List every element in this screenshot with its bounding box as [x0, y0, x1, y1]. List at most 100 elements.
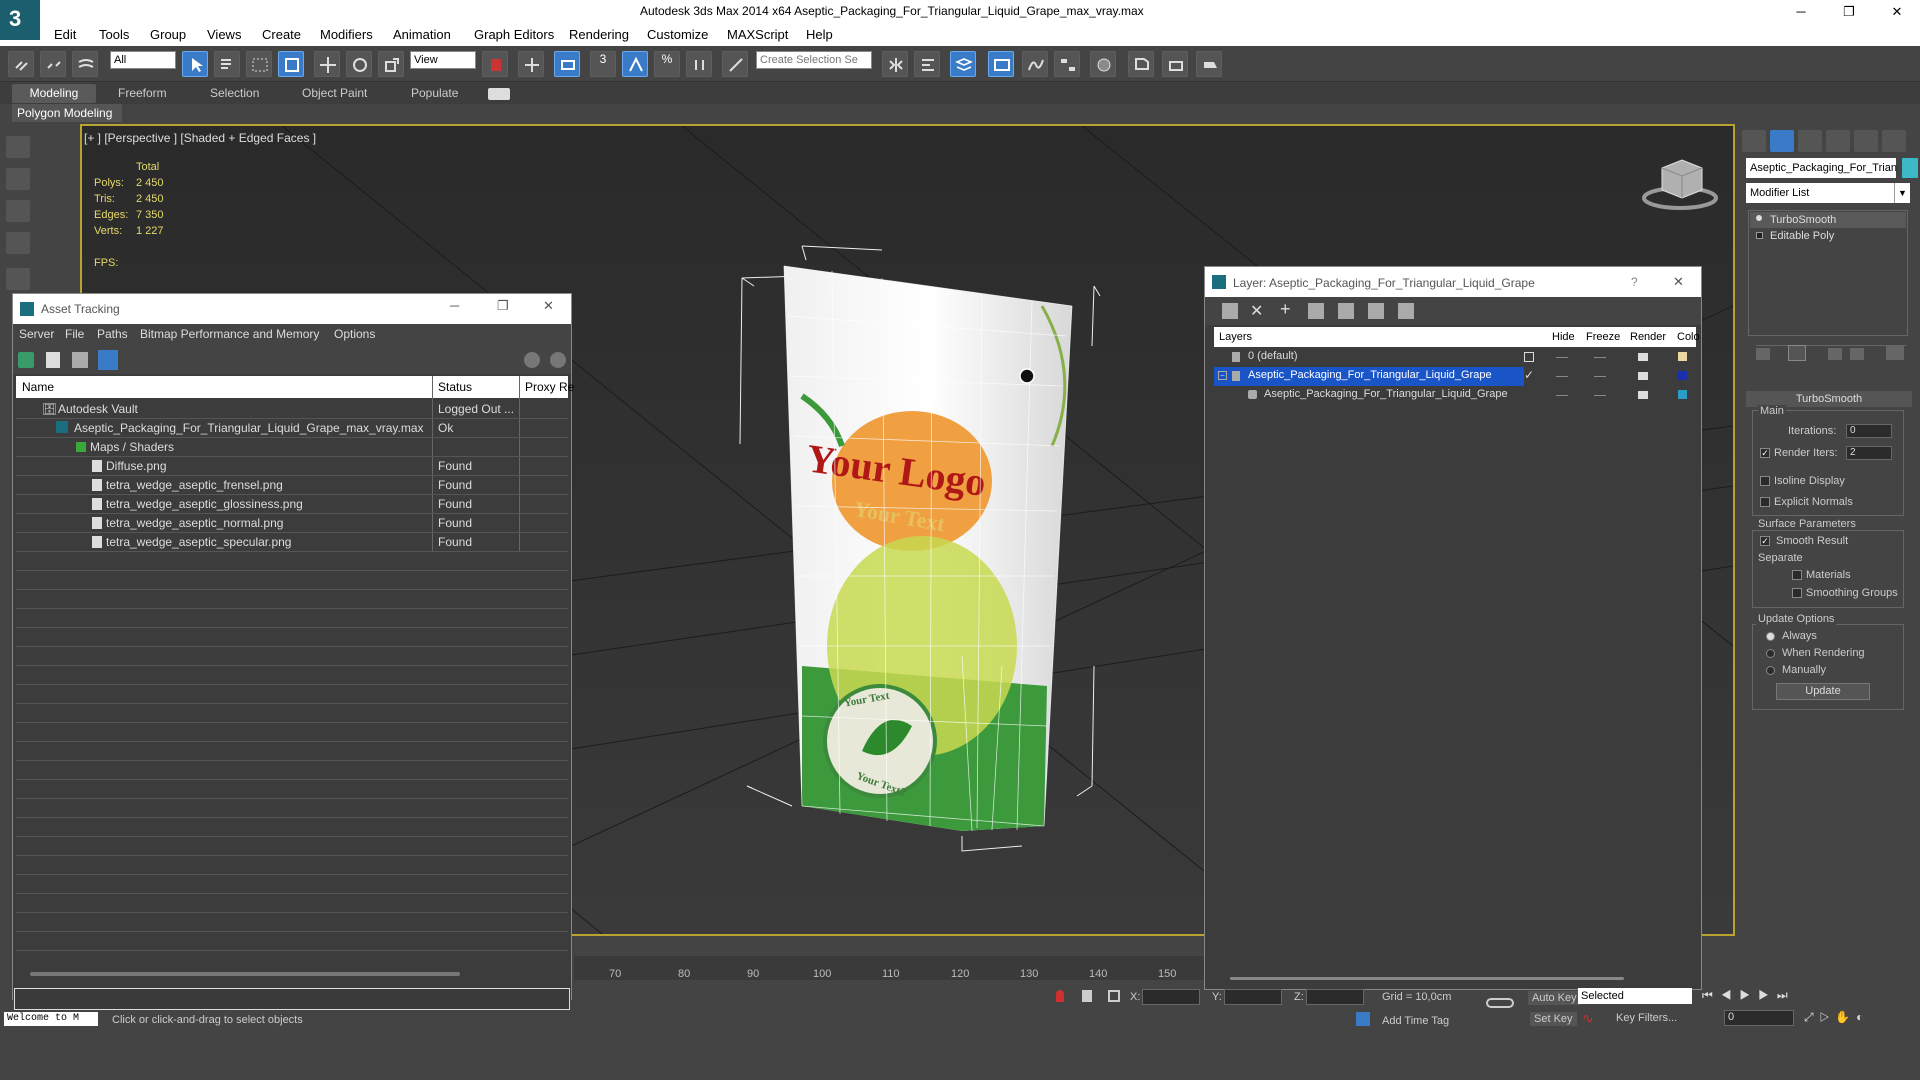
key-curve-icon[interactable]: ∿	[1582, 1010, 1594, 1027]
asset-menu-options[interactable]: Options	[334, 327, 375, 341]
asset-row[interactable]: tetra_wedge_aseptic_normal.png Found	[16, 514, 568, 533]
asset-row[interactable]: Diffuse.png Found	[16, 457, 568, 476]
render-production-icon[interactable]	[1196, 51, 1222, 77]
add-to-layer-icon[interactable]: +	[1280, 299, 1291, 320]
viewport-navigation-controls[interactable]: ⤢▷✋◐	[1804, 1010, 1869, 1025]
minimize-button[interactable]: ─	[1786, 2, 1816, 22]
snap-3d-icon[interactable]: 3	[590, 51, 616, 77]
asset-menu-server[interactable]: Server	[19, 327, 54, 341]
menu-help[interactable]: Help	[806, 27, 833, 42]
motion-tab-icon[interactable]	[1826, 130, 1850, 152]
menu-edit[interactable]: Edit	[54, 27, 76, 42]
menu-animation[interactable]: Animation	[393, 27, 451, 42]
ribbon-tab-populate[interactable]: Populate	[411, 86, 458, 100]
layer-color-swatch[interactable]	[1678, 390, 1687, 399]
bind-space-warp-icon[interactable]	[72, 51, 98, 77]
teapot-icon[interactable]	[1638, 391, 1648, 399]
stack-item-editable-poly[interactable]: Editable Poly	[1750, 228, 1906, 244]
layer-manager-icon[interactable]	[950, 51, 976, 77]
layer-color-swatch[interactable]	[1678, 371, 1687, 380]
move-icon[interactable]	[314, 51, 340, 77]
always-radio[interactable]	[1766, 632, 1775, 641]
help-icon[interactable]	[524, 352, 540, 368]
freeze-column[interactable]: Freeze	[1586, 331, 1620, 343]
edit-named-selection-icon[interactable]	[722, 51, 748, 77]
freeze-toggle[interactable]	[1594, 357, 1606, 358]
select-object-icon[interactable]	[182, 51, 208, 77]
column-status[interactable]: Status	[438, 380, 472, 394]
ribbon-tab-selection[interactable]: Selection	[210, 86, 259, 100]
asset-row[interactable]: 🗄 Autodesk Vault Logged Out ...	[16, 400, 568, 419]
render-setup-icon[interactable]	[1128, 51, 1154, 77]
named-selection-set-input[interactable]: Create Selection Se	[756, 51, 872, 69]
time-tag-icon[interactable]	[1356, 1012, 1370, 1026]
x-coordinate-field[interactable]	[1142, 989, 1200, 1005]
list-view-icon[interactable]	[46, 352, 60, 368]
isolate-icon[interactable]	[1056, 990, 1064, 1002]
hide-toggle[interactable]	[1556, 376, 1568, 377]
refresh-icon[interactable]	[18, 352, 34, 368]
horizontal-scrollbar[interactable]	[30, 972, 460, 976]
close-button[interactable]: ✕	[1882, 2, 1912, 22]
asset-maximize-button[interactable]: ❐	[497, 298, 509, 314]
auto-key-button[interactable]: Auto Key	[1528, 991, 1581, 1005]
lightbulb-icon[interactable]	[1756, 215, 1762, 221]
scene-explorer-icon[interactable]	[6, 200, 30, 222]
freeze-toggle[interactable]	[1594, 395, 1606, 396]
materials-checkbox[interactable]	[1792, 570, 1802, 580]
add-time-tag[interactable]: Add Time Tag	[1382, 1015, 1449, 1027]
column-proxy[interactable]: Proxy Re	[525, 380, 574, 394]
hierarchy-tab-icon[interactable]	[1798, 130, 1822, 152]
teapot-icon[interactable]	[1638, 353, 1648, 361]
create-tab-icon[interactable]	[1742, 130, 1766, 152]
viewport-layout-icon[interactable]	[6, 136, 30, 158]
isoline-display-checkbox[interactable]	[1760, 476, 1770, 486]
render-icon[interactable]	[6, 168, 30, 190]
thumbnail-view-icon[interactable]	[72, 352, 88, 368]
align-icon[interactable]	[914, 51, 940, 77]
rectangular-selection-icon[interactable]	[246, 51, 272, 77]
manually-radio[interactable]	[1766, 666, 1775, 675]
menu-customize[interactable]: Customize	[647, 27, 708, 42]
spinner-snap-icon[interactable]	[686, 51, 712, 77]
table-icon[interactable]	[6, 232, 30, 254]
material-editor-icon[interactable]	[1090, 51, 1116, 77]
menu-views[interactable]: Views	[207, 27, 241, 42]
mirror-icon[interactable]	[882, 51, 908, 77]
asset-menu-paths[interactable]: Paths	[97, 327, 128, 341]
menu-modifiers[interactable]: Modifiers	[320, 27, 373, 42]
object-name-field[interactable]: Aseptic_Packaging_For_Trian	[1746, 158, 1897, 178]
configure-modifier-sets-icon[interactable]	[1886, 346, 1904, 360]
asset-menu-file[interactable]: File	[65, 327, 84, 341]
stack-collapse-icon[interactable]	[1756, 232, 1763, 239]
remove-modifier-icon[interactable]	[1850, 348, 1864, 360]
maxscript-listener[interactable]: Welcome to M	[4, 1012, 98, 1026]
viewport-label[interactable]: [+ ] [Perspective ] [Shaded + Edged Face…	[84, 131, 316, 145]
show-end-result-icon[interactable]	[1788, 345, 1806, 361]
teapot-icon[interactable]	[1638, 372, 1648, 380]
asset-row[interactable]: tetra_wedge_aseptic_specular.png Found	[16, 533, 568, 552]
layer-horizontal-scrollbar[interactable]	[1230, 977, 1624, 980]
explicit-normals-checkbox[interactable]	[1760, 497, 1770, 507]
layer-row[interactable]: Aseptic_Packaging_For_Triangular_Liquid_…	[1214, 386, 1696, 405]
checkmark-icon[interactable]: ✓	[1524, 368, 1534, 382]
absolute-mode-icon[interactable]	[1108, 990, 1120, 1002]
selection-filter-dropdown[interactable]: All	[110, 51, 176, 69]
display-tab-icon[interactable]	[1854, 130, 1878, 152]
freeze-toggle[interactable]	[1594, 376, 1606, 377]
rendered-frame-window-icon[interactable]	[1162, 51, 1188, 77]
polygon-modeling-label[interactable]: Polygon Modeling	[12, 104, 122, 122]
menu-create[interactable]: Create	[262, 27, 301, 42]
lock-icon[interactable]	[1082, 990, 1092, 1002]
select-objects-in-layer-icon[interactable]	[1308, 303, 1324, 319]
asset-row[interactable]: Aseptic_Packaging_For_Triangular_Liquid_…	[16, 419, 568, 438]
key-mode-dropdown[interactable]: Selected	[1578, 988, 1692, 1004]
layer-help-button[interactable]: ?	[1631, 275, 1638, 289]
scale-icon[interactable]	[378, 51, 404, 77]
playback-controls[interactable]: ⏮◀▶▶⏭	[1702, 988, 1796, 1003]
stack-item-turbosmooth[interactable]: TurboSmooth	[1750, 212, 1906, 228]
ribbon-tab-modeling[interactable]: Modeling	[12, 84, 96, 103]
asset-close-button[interactable]: ✕	[543, 298, 554, 314]
layer-color-swatch[interactable]	[1678, 352, 1687, 361]
pivot-center-icon[interactable]	[482, 51, 508, 77]
